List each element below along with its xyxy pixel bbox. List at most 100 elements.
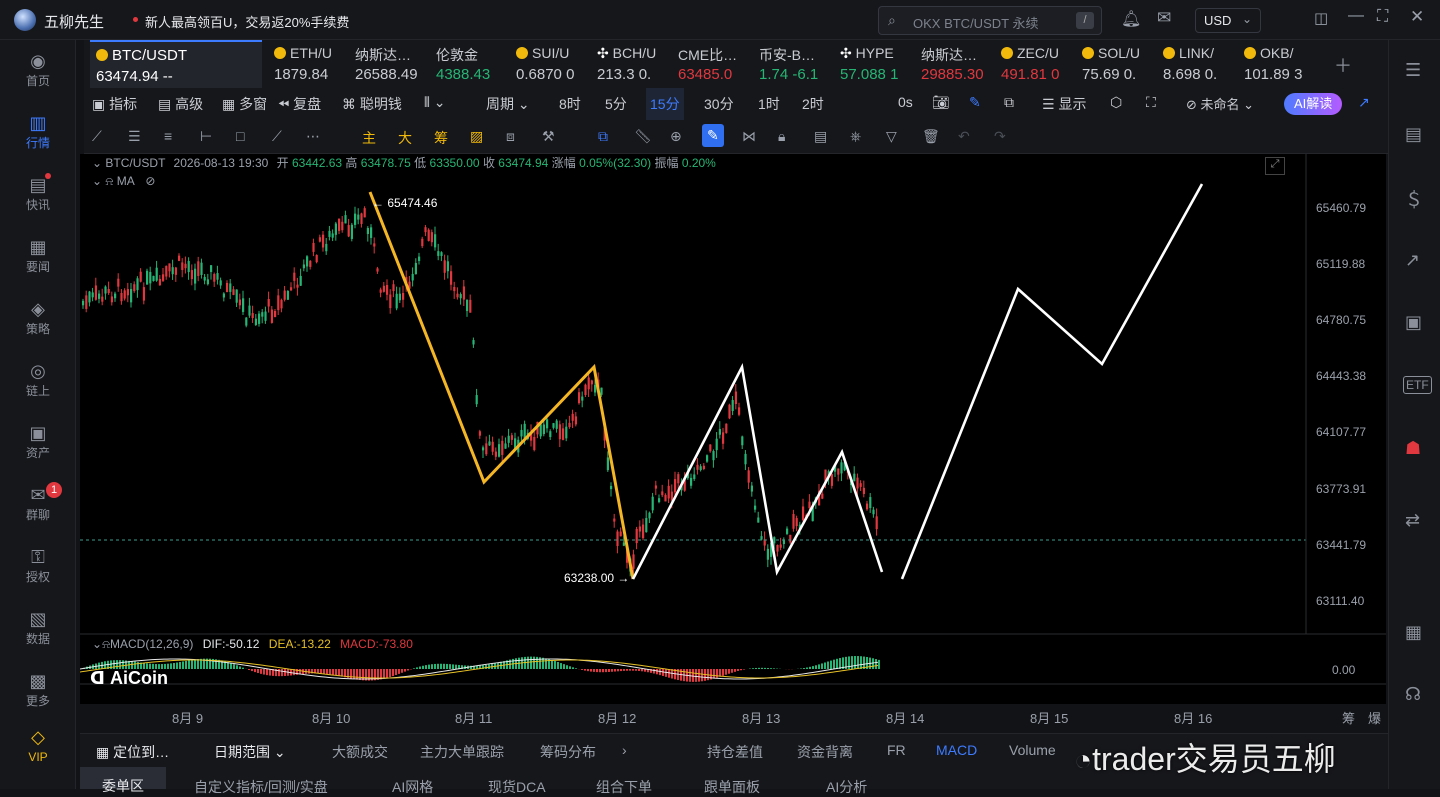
search-input[interactable]: OKX BTC/USDT 永续 xyxy=(913,13,1038,32)
period-8h[interactable]: 8时 xyxy=(559,94,581,114)
brush-icon[interactable]: ⟋ xyxy=(272,128,282,145)
lock-icon[interactable]: 🔒︎ xyxy=(778,128,785,145)
robot-icon[interactable]: ☗ xyxy=(1405,438,1421,459)
redo-icon[interactable]: ↷ xyxy=(994,128,1006,145)
ticker-tab[interactable]: ✣ BCH/U213.3 0. xyxy=(591,40,671,88)
add-ticker-icon[interactable]: ＋ xyxy=(1334,52,1352,78)
ticker-tab[interactable]: 伦敦金4388.43 xyxy=(430,40,510,88)
mail-icon[interactable]: ✉ xyxy=(1157,8,1171,28)
indicator-button[interactable]: ▣ 指标 xyxy=(92,94,137,114)
rectangle-icon[interactable]: □ xyxy=(236,128,244,144)
tab-ai-analysis[interactable]: AI分析 xyxy=(826,777,867,797)
tab-fund-divergence[interactable]: 资金背离 xyxy=(797,742,853,762)
settings-icon[interactable]: ⬡ xyxy=(1110,94,1122,111)
layout-select[interactable]: ⊘ 未命名 ⌄ xyxy=(1186,94,1254,113)
advanced-button[interactable]: ▤ 高级 xyxy=(158,94,203,114)
multi-window-button[interactable]: ▦ 多窗 xyxy=(222,94,267,114)
sidebar-item-assets[interactable]: ▣资产 xyxy=(0,416,76,474)
chart-area[interactable]: ⌄ BTC/USDT 2026-08-13 19:30 开 63442.63 高… xyxy=(80,154,1386,704)
share-icon[interactable]: ↗ xyxy=(1358,94,1370,111)
sidebar-item-headlines[interactable]: ▦要闻 xyxy=(0,230,76,288)
orderbook-icon[interactable]: ▤ xyxy=(1405,124,1422,145)
heatmap-icon[interactable]: ▨ xyxy=(470,128,483,145)
period-15m[interactable]: 15分 xyxy=(646,88,684,120)
sidebar-item-home[interactable]: ◉首页 xyxy=(0,44,76,102)
ticker-tab[interactable]: ETH/U1879.84 xyxy=(268,40,348,88)
period-5m[interactable]: 5分 xyxy=(605,94,627,114)
list-icon[interactable]: ☰ xyxy=(1405,60,1421,81)
minimize-icon[interactable]: — xyxy=(1348,7,1364,25)
sidebar-item-onchain[interactable]: ◎链上 xyxy=(0,354,76,412)
tab-order-area[interactable]: 委单区 xyxy=(80,767,166,789)
chart-panel-icon[interactable]: ▣ xyxy=(1405,312,1422,333)
tab-combo-order[interactable]: 组合下单 xyxy=(596,777,652,797)
tab-large-trades[interactable]: 大额成交 xyxy=(332,742,388,762)
close-icon[interactable]: ✕ xyxy=(1410,7,1424,27)
candlestick-chart[interactable] xyxy=(80,154,1386,704)
ticker-tab[interactable]: SUI/U0.6870 0 xyxy=(510,40,590,88)
eye-off-icon[interactable]: ⊘ xyxy=(145,174,155,188)
magnet-icon[interactable]: ✎ xyxy=(702,124,724,147)
bell-icon[interactable]: 🔔︎ xyxy=(1121,9,1141,29)
camera-icon[interactable]: 📷︎ xyxy=(932,94,950,111)
etf-icon[interactable]: ETF xyxy=(1403,376,1432,394)
display-button[interactable]: ☰ 显示 xyxy=(1042,94,1086,114)
expand-chart-icon[interactable]: ⤢ xyxy=(1265,157,1285,175)
zoom-icon[interactable]: ⊕ xyxy=(670,128,682,145)
alarm-icon[interactable]: ⍾ xyxy=(102,637,110,651)
collapse-icon[interactable]: ⌄ xyxy=(92,174,102,188)
template-icon[interactable]: ▤ xyxy=(814,128,827,145)
tab-whale-tracking[interactable]: 主力大单跟踪 xyxy=(420,742,504,762)
sidebar-item-data[interactable]: ▧数据 xyxy=(0,602,76,660)
dollar-icon[interactable]: ＄ xyxy=(1405,186,1423,212)
copy-icon[interactable]: ⧉ xyxy=(598,128,608,145)
ray-icon[interactable]: ⊢ xyxy=(200,128,212,145)
ai-read-button[interactable]: AI解读 xyxy=(1284,93,1342,115)
collapse-icon[interactable]: ⌄ xyxy=(92,637,102,651)
sidebar-item-auth[interactable]: ⚿授权 xyxy=(0,540,76,598)
locate-button[interactable]: ▦ 定位到… xyxy=(96,742,169,762)
period-1h[interactable]: 1时 xyxy=(758,94,780,114)
sidebar-item-news[interactable]: ▤快讯 xyxy=(0,168,76,226)
scale-icon[interactable]: ⧈ xyxy=(506,128,515,145)
search-box[interactable]: ⌕ OKX BTC/USDT 永续 / xyxy=(878,6,1102,35)
ticker-tab[interactable]: LINK/8.698 0. xyxy=(1157,40,1237,88)
tab-custom-indicators[interactable]: 自定义指标/回测/实盘 xyxy=(194,777,328,797)
tool-icon[interactable]: ⚒ xyxy=(542,128,555,145)
sidebar-item-chat[interactable]: ✉群聊1 xyxy=(0,478,76,536)
sidebar-item-strategy[interactable]: ◈策略 xyxy=(0,292,76,350)
ticker-tab[interactable]: 纳斯达…29885.30 xyxy=(915,40,995,88)
period-2h[interactable]: 2时 xyxy=(802,94,824,114)
ticker-tab[interactable]: 纳斯达…26588.49 xyxy=(349,40,429,88)
chips-corner[interactable]: 筹 xyxy=(1342,708,1355,727)
ticker-tab[interactable]: ✣ HYPE57.088 1 xyxy=(834,40,914,88)
trend-icon[interactable]: ↗ xyxy=(1405,250,1420,271)
maximize-icon[interactable]: ⛶ xyxy=(1377,8,1388,26)
big-order-button[interactable]: 大 xyxy=(398,128,412,148)
ticker-tab[interactable]: ZEC/U491.81 0 xyxy=(995,40,1075,88)
ticker-tab[interactable]: OKB/101.89 3 xyxy=(1238,40,1318,88)
pattern-icon[interactable]: ⋈ xyxy=(742,128,756,145)
tab-ai-grid[interactable]: AI网格 xyxy=(392,777,433,797)
share-window-icon[interactable]: ⧉ xyxy=(1004,94,1014,111)
chips-button[interactable]: 筹 xyxy=(434,128,448,148)
ruler-icon[interactable]: 📏︎ xyxy=(634,128,652,145)
tab-macd[interactable]: MACD xyxy=(936,742,977,758)
ticker-tab[interactable]: SOL/U75.69 0. xyxy=(1076,40,1156,88)
pen-icon[interactable]: ✎ xyxy=(969,94,981,111)
tab-oi-diff[interactable]: 持仓差值 xyxy=(707,742,763,762)
main-indicator-button[interactable]: 主 xyxy=(362,128,376,148)
smart-money-button[interactable]: ⌘ 聪明钱 xyxy=(342,94,402,114)
more-tools-icon[interactable]: ⋯ xyxy=(306,128,320,145)
sidebar-item-more[interactable]: ▩更多 xyxy=(0,664,76,722)
tab-copy-trading[interactable]: 跟单面板 xyxy=(704,777,760,797)
headset-icon[interactable]: ☊ xyxy=(1405,684,1421,705)
date-range-button[interactable]: 日期范围 ⌄ xyxy=(214,742,286,762)
period-button[interactable]: 周期 ⌄ xyxy=(486,94,530,114)
exchange-icon[interactable]: ⇄ xyxy=(1405,510,1420,531)
currency-select[interactable]: USD ⌄ xyxy=(1195,8,1261,33)
fullscreen-icon[interactable]: ⛶ xyxy=(1146,94,1156,111)
sidebar-toggle-icon[interactable]: ◫ xyxy=(1314,9,1328,27)
ticker-tab[interactable]: CME比…63485.0 xyxy=(672,40,752,88)
tab-chip-distribution[interactable]: 筹码分布 xyxy=(540,742,596,762)
